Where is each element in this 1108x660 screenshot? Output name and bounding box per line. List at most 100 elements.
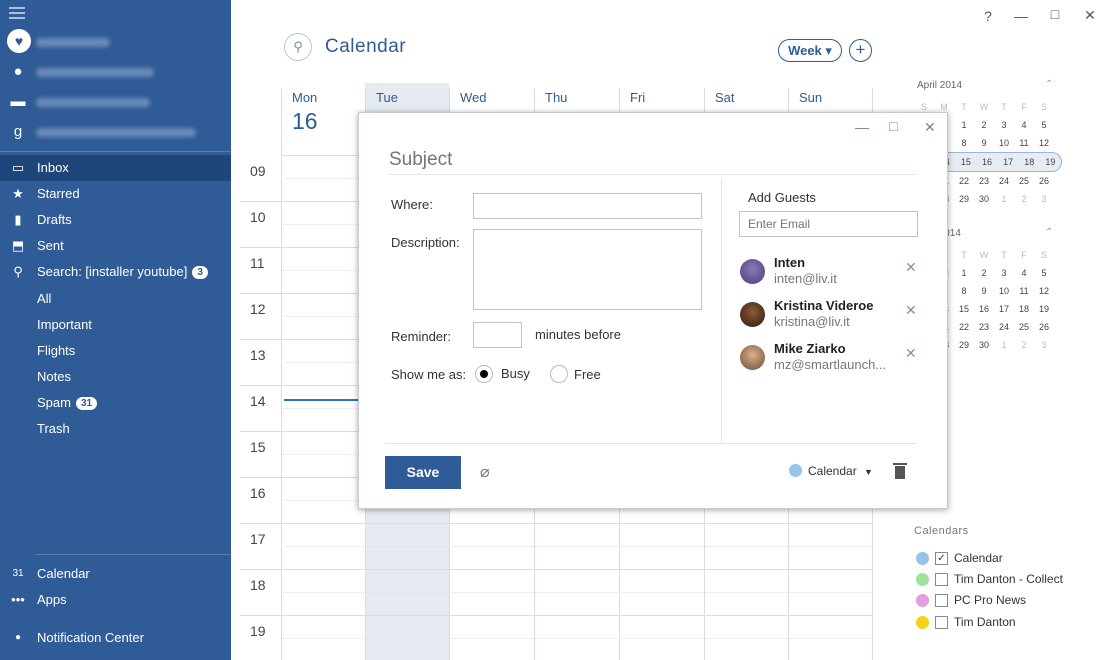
nav-calendar[interactable]: 31 Calendar [0,561,231,587]
where-input[interactable] [473,193,702,219]
day-cell[interactable]: 2 [1014,190,1034,208]
reminder-minutes-input[interactable] [473,322,522,348]
day-cell[interactable]: 5 [1034,264,1054,282]
nav-spam[interactable]: Spam 31 [0,390,231,416]
maximize-button[interactable]: □ [1045,6,1065,22]
dialog-maximize-button[interactable]: □ [889,118,897,134]
day-cell[interactable]: 15 [955,153,976,171]
remove-guest-icon[interactable]: ✕ [905,302,917,319]
add-event-button[interactable]: + [849,39,872,62]
day-cell[interactable]: 17 [998,153,1019,171]
day-cell[interactable]: 4 [1014,116,1034,134]
day-cell[interactable]: 5 [1034,116,1054,134]
nav-sent[interactable]: ⬒ Sent [0,233,231,259]
day-cell[interactable]: 23 [974,318,994,336]
day-cell[interactable]: 9 [974,282,994,300]
day-cell[interactable]: 2 [974,264,994,282]
help-button[interactable]: ? [978,8,998,24]
nav-drafts[interactable]: ▮ Drafts [0,207,231,233]
dialog-close-button[interactable]: ✕ [924,119,936,136]
account-work[interactable]: ▬ [0,89,231,115]
day-cell[interactable]: 9 [974,134,994,152]
day-cell[interactable]: 16 [976,153,997,171]
day-cell[interactable]: 29 [954,336,974,354]
day-cell[interactable]: 18 [1014,300,1034,318]
account-heart[interactable]: ♥ [0,29,231,55]
day-cell[interactable]: 26 [1034,172,1054,190]
minimize-button[interactable]: — [1011,8,1031,24]
guest-email-input[interactable] [739,211,918,237]
dialog-minimize-button[interactable]: — [855,119,869,135]
day-cell[interactable]: 17 [994,300,1014,318]
free-radio[interactable] [550,365,568,383]
day-cell[interactable]: 25 [1014,318,1034,336]
day-cell[interactable]: 2 [1014,336,1034,354]
remove-guest-icon[interactable]: ✕ [905,345,917,362]
save-button[interactable]: Save [385,456,461,489]
day-cell[interactable]: 3 [994,116,1014,134]
nav-flights[interactable]: Flights [0,338,231,364]
day-cell[interactable]: 22 [954,172,974,190]
day-cell[interactable]: 18 [1019,153,1040,171]
calendar-checkbox[interactable]: ✓ [935,552,948,565]
hamburger-menu-icon[interactable] [9,7,25,21]
calendar-select-dropdown[interactable]: Calendar ▼ [789,464,873,478]
mini-calendar-prev-icon[interactable]: ⌃ [1045,227,1053,238]
nav-trash[interactable]: Trash [0,416,231,442]
day-cell[interactable]: 3 [1034,336,1054,354]
day-cell[interactable]: 22 [954,318,974,336]
day-cell[interactable]: 30 [974,336,994,354]
nav-notification-center[interactable]: ● Notification Center [0,625,231,651]
nav-inbox[interactable]: ▭ Inbox [0,155,231,181]
account-google[interactable]: g [0,119,231,145]
subject-input[interactable] [389,146,917,175]
paperclip-icon[interactable]: ⌀ [480,462,490,482]
view-selector-button[interactable]: Week ▾ [778,39,842,62]
calendar-search-button[interactable]: ⚲ [284,33,312,61]
calendar-checkbox[interactable] [935,573,948,586]
day-cell[interactable]: 24 [994,318,1014,336]
day-cell[interactable]: 19 [1040,153,1061,171]
day-cell[interactable]: 30 [974,190,994,208]
day-cell[interactable]: 19 [1034,300,1054,318]
day-cell[interactable]: 2 [974,116,994,134]
remove-guest-icon[interactable]: ✕ [905,259,917,276]
account-person[interactable]: ● [0,59,231,85]
nav-notes[interactable]: Notes [0,364,231,390]
day-cell[interactable]: 4 [1014,264,1034,282]
calendar-checkbox[interactable] [935,616,948,629]
busy-radio[interactable] [475,365,493,383]
day-cell[interactable]: 15 [954,300,974,318]
day-cell[interactable]: 11 [1014,134,1034,152]
day-cell[interactable]: 26 [1034,318,1054,336]
day-cell[interactable]: 8 [954,134,974,152]
nav-apps[interactable]: ••• Apps [0,587,231,613]
nav-search[interactable]: ⚲ Search: [installer youtube] 3 [0,259,231,285]
day-cell[interactable]: 23 [974,172,994,190]
nav-starred[interactable]: ★ Starred [0,181,231,207]
day-cell[interactable]: 29 [954,190,974,208]
trash-icon[interactable] [893,463,907,479]
nav-all[interactable]: All [0,286,231,312]
day-cell[interactable]: 8 [954,282,974,300]
mini-calendar-prev-icon[interactable]: ⌃ [1045,79,1053,90]
nav-important[interactable]: Important [0,312,231,338]
day-header-mon[interactable]: Mon 16 [281,90,365,135]
day-cell[interactable]: 16 [974,300,994,318]
close-button[interactable]: ✕ [1080,7,1100,24]
day-cell[interactable]: 3 [1034,190,1054,208]
day-cell[interactable]: 25 [1014,172,1034,190]
day-cell[interactable]: 12 [1034,134,1054,152]
day-cell[interactable]: 1 [954,116,974,134]
day-cell[interactable]: 3 [994,264,1014,282]
day-cell[interactable]: 10 [994,134,1014,152]
day-cell[interactable]: 12 [1034,282,1054,300]
day-cell[interactable]: 24 [994,172,1014,190]
day-cell[interactable]: 1 [994,190,1014,208]
description-textarea[interactable] [473,229,702,310]
day-cell[interactable]: 1 [994,336,1014,354]
day-cell[interactable]: 1 [954,264,974,282]
calendar-checkbox[interactable] [935,594,948,607]
day-cell[interactable]: 11 [1014,282,1034,300]
day-cell[interactable]: 10 [994,282,1014,300]
